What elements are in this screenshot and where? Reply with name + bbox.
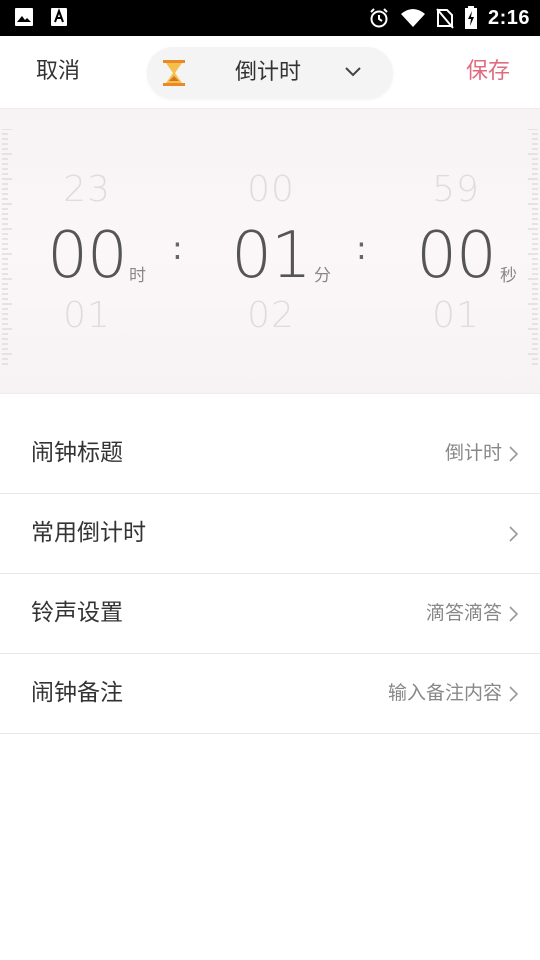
settings-row-alarm-title[interactable]: 闹钟标题 倒计时 — [0, 414, 540, 494]
image-icon — [15, 8, 33, 26]
save-button[interactable]: 保存 — [466, 36, 510, 108]
chevron-right-icon — [509, 606, 518, 622]
ruler-left-decoration — [2, 129, 12, 365]
seconds-value: 00 — [416, 219, 496, 293]
minutes-wheel[interactable]: 00 01 02 — [211, 109, 331, 393]
chevron-right-icon — [509, 526, 518, 542]
status-bar: 2:16 — [0, 0, 540, 36]
chevron-right-icon — [509, 686, 518, 702]
hours-unit: 时 — [129, 266, 146, 286]
battery-charging-icon — [464, 6, 477, 29]
separator-1: : — [172, 229, 183, 267]
minutes-prev: 00 — [247, 169, 295, 210]
countdown-time-picker: 23 00 01 时 : 00 01 02 分 : 59 00 01 秒 — [0, 108, 540, 394]
minutes-unit: 分 — [314, 266, 331, 286]
hours-prev: 23 — [63, 169, 111, 210]
row-value: 输入备注内容 — [387, 682, 502, 704]
row-value: 滴答滴答 — [425, 602, 502, 624]
seconds-unit: 秒 — [500, 266, 517, 286]
row-label: 闹钟备注 — [31, 680, 123, 706]
settings-row-alarm-note[interactable]: 闹钟备注 输入备注内容 — [0, 654, 540, 734]
seconds-prev: 59 — [432, 169, 480, 210]
settings-row-ringtone[interactable]: 铃声设置 滴答滴答 — [0, 574, 540, 654]
settings-row-common-countdown[interactable]: 常用倒计时 — [0, 494, 540, 574]
header-bar: 取消 倒计时 保存 — [0, 36, 540, 108]
hours-wheel[interactable]: 23 00 01 — [27, 109, 147, 393]
settings-list: 闹钟标题 倒计时 常用倒计时 铃声设置 滴答滴答 闹钟备注 输入备注内容 — [0, 414, 540, 734]
hours-next: 01 — [63, 295, 111, 336]
row-value: 倒计时 — [444, 442, 502, 464]
mode-label: 倒计时 — [235, 60, 302, 85]
ruler-right-decoration — [528, 129, 538, 365]
row-label: 闹钟标题 — [31, 440, 123, 466]
minutes-next: 02 — [247, 295, 295, 336]
seconds-next: 01 — [432, 295, 480, 336]
wifi-icon — [400, 9, 425, 27]
cancel-button[interactable]: 取消 — [36, 36, 80, 108]
seconds-wheel[interactable]: 59 00 01 — [396, 109, 516, 393]
row-label: 常用倒计时 — [31, 520, 146, 546]
mode-selector[interactable]: 倒计时 — [147, 47, 393, 99]
row-label: 铃声设置 — [31, 600, 123, 626]
chevron-down-icon — [345, 67, 361, 77]
alarm-icon — [370, 8, 388, 28]
text-a-icon — [51, 8, 67, 26]
no-sim-icon — [436, 8, 454, 29]
minutes-value: 01 — [231, 219, 311, 293]
clock-time: 2:16 — [487, 6, 530, 29]
hourglass-icon — [163, 60, 185, 86]
chevron-right-icon — [509, 446, 518, 462]
separator-2: : — [356, 229, 367, 267]
